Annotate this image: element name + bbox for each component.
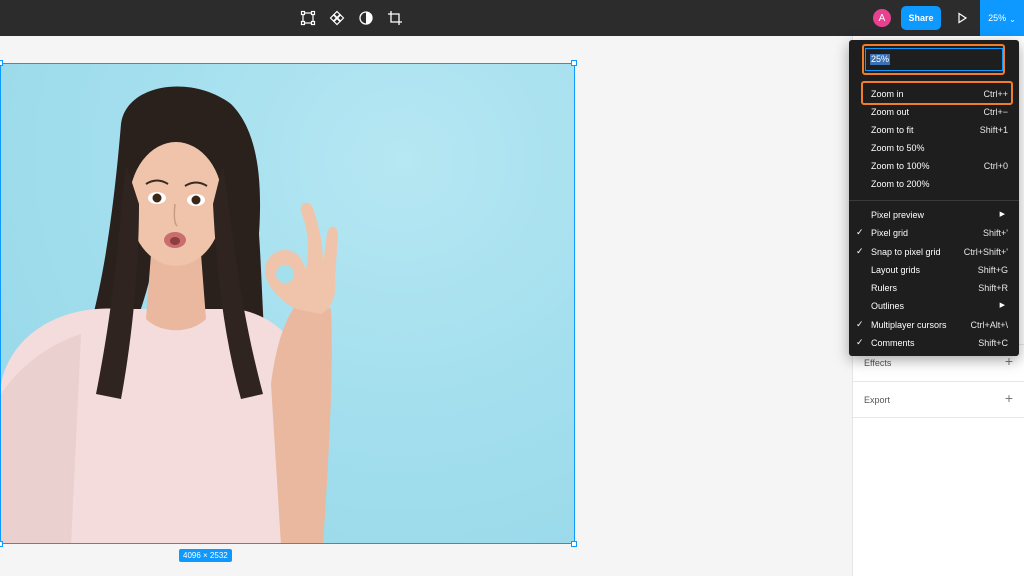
menu-item-shortcut: Shift+C bbox=[978, 338, 1008, 348]
chevron-down-icon: ⌄ bbox=[1009, 14, 1016, 24]
menu-item-label: Multiplayer cursors bbox=[871, 320, 947, 330]
menu-item[interactable]: Zoom to 200% bbox=[849, 175, 1019, 193]
resize-handle[interactable] bbox=[571, 60, 577, 66]
menu-item-shortcut: Ctrl+Alt+\ bbox=[970, 320, 1008, 330]
contrast-icon[interactable] bbox=[357, 9, 375, 27]
resize-handle[interactable] bbox=[0, 541, 3, 547]
menu-item-shortcut: Shift+G bbox=[977, 265, 1008, 275]
menu-item-label: Zoom to 50% bbox=[871, 143, 925, 153]
menu-item[interactable]: Pixel preview ▶ bbox=[849, 206, 1019, 224]
menu-item-label: Zoom to fit bbox=[871, 125, 914, 135]
selected-image-frame[interactable] bbox=[0, 63, 575, 544]
menu-item-label: Pixel preview bbox=[871, 210, 925, 220]
menu-item[interactable]: ✓ Pixel grid Shift+' bbox=[849, 224, 1019, 242]
menu-item[interactable]: Layout grids Shift+G bbox=[849, 261, 1019, 279]
checkmark-icon: ✓ bbox=[856, 337, 864, 347]
section-label: Effects bbox=[864, 358, 892, 368]
menu-item[interactable]: ✓ Multiplayer cursors Ctrl+Alt+\ bbox=[849, 316, 1019, 334]
menu-item[interactable]: Zoom in Ctrl++ bbox=[849, 85, 1019, 103]
menu-item-label: Zoom in bbox=[871, 89, 904, 99]
menu-item-shortcut: Ctrl+− bbox=[983, 107, 1008, 117]
section-label: Export bbox=[864, 395, 891, 405]
component-icon[interactable] bbox=[328, 9, 346, 27]
menu-item[interactable]: Zoom to 50% bbox=[849, 139, 1019, 157]
menu-item-label: Comments bbox=[871, 338, 915, 348]
export-section[interactable]: Export + bbox=[853, 381, 1024, 418]
zoom-input-selected-text: 25% bbox=[870, 54, 891, 65]
menu-item-label: Zoom to 200% bbox=[871, 179, 930, 189]
portrait-photo bbox=[1, 86, 338, 543]
menu-item[interactable]: Zoom to fit Shift+1 bbox=[849, 121, 1019, 139]
menu-item-shortcut: Shift+1 bbox=[979, 125, 1008, 135]
menu-item-shortcut: Ctrl+Shift+' bbox=[963, 247, 1008, 257]
user-avatar[interactable]: A bbox=[873, 9, 891, 27]
menu-item[interactable]: Zoom out Ctrl+− bbox=[849, 103, 1019, 121]
submenu-arrow-icon: ▶ bbox=[999, 302, 1005, 309]
top-toolbar: A Share 25% ⌄ bbox=[0, 0, 1024, 36]
checkmark-icon: ✓ bbox=[856, 227, 864, 237]
menu-item[interactable]: ✓ Snap to pixel grid Ctrl+Shift+' bbox=[849, 243, 1019, 261]
add-effect-plus-icon[interactable]: + bbox=[1005, 354, 1013, 368]
menu-item-label: Outlines bbox=[871, 301, 905, 311]
checkmark-icon: ✓ bbox=[856, 246, 864, 256]
menu-item[interactable]: Zoom to 100% Ctrl+0 bbox=[849, 157, 1019, 175]
menu-item[interactable]: Rulers Shift+R bbox=[849, 279, 1019, 297]
zoom-dropdown-button[interactable]: 25% ⌄ bbox=[980, 0, 1024, 36]
menu-item-shortcut: Ctrl++ bbox=[983, 89, 1008, 99]
menu-item-shortcut: Ctrl+0 bbox=[983, 161, 1008, 171]
menu-item[interactable]: ✓ Comments Shift+C bbox=[849, 334, 1019, 352]
menu-item-label: Snap to pixel grid bbox=[871, 247, 941, 257]
menu-item-shortcut: Shift+R bbox=[978, 283, 1008, 293]
menu-divider bbox=[849, 200, 1019, 201]
zoom-menu: 25% Zoom in Ctrl++ Zoom out Ctrl+− Zoom to f… bbox=[849, 40, 1019, 356]
present-play-icon[interactable] bbox=[955, 11, 969, 25]
menu-item-label: Pixel grid bbox=[871, 228, 909, 238]
menu-item[interactable]: Outlines ▶ bbox=[849, 297, 1019, 315]
submenu-arrow-icon: ▶ bbox=[999, 211, 1005, 218]
menu-item-shortcut: Shift+' bbox=[983, 228, 1008, 238]
crop-icon[interactable] bbox=[386, 9, 404, 27]
resize-handle[interactable] bbox=[571, 541, 577, 547]
canvas[interactable]: 4096 × 2532 bbox=[0, 36, 852, 576]
share-button[interactable]: Share bbox=[901, 6, 941, 30]
resize-handle[interactable] bbox=[0, 60, 3, 66]
menu-item-label: Zoom to 100% bbox=[871, 161, 930, 171]
menu-item-label: Layout grids bbox=[871, 265, 921, 275]
dimension-badge: 4096 × 2532 bbox=[179, 549, 232, 562]
checkmark-icon: ✓ bbox=[856, 319, 864, 329]
add-export-plus-icon[interactable]: + bbox=[1005, 391, 1013, 405]
menu-item-label: Rulers bbox=[871, 283, 898, 293]
zoom-value: 25% bbox=[988, 13, 1007, 23]
frame-select-icon[interactable] bbox=[299, 9, 317, 27]
menu-item-label: Zoom out bbox=[871, 107, 910, 117]
